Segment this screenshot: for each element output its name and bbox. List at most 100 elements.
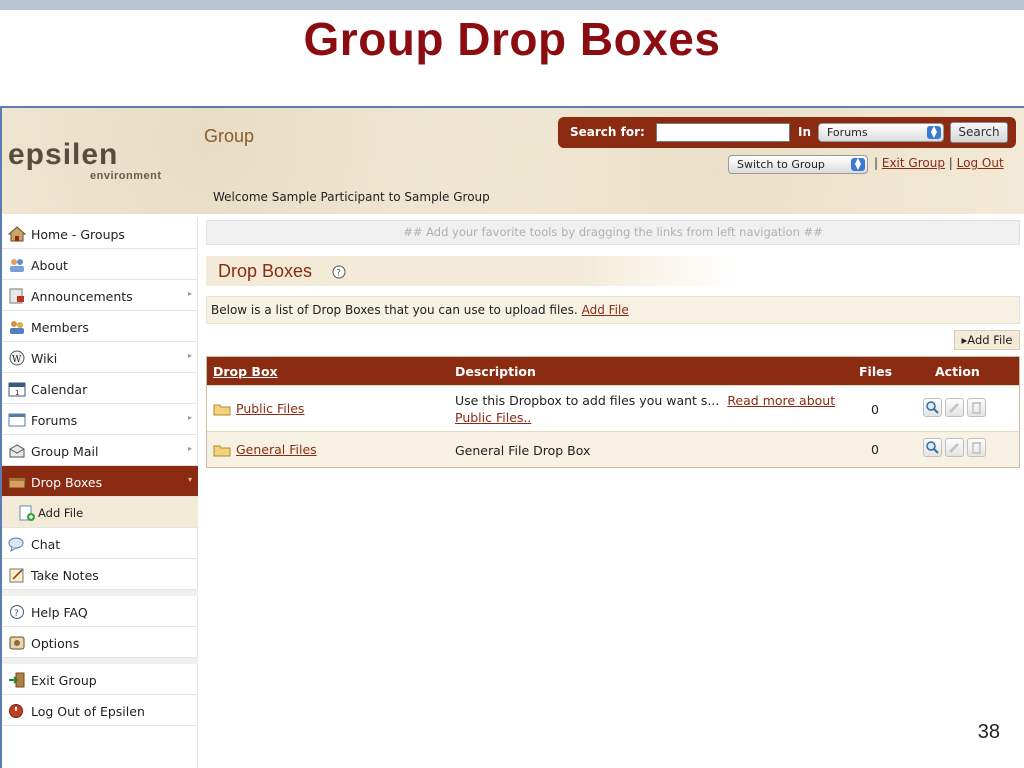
favorites-drop-zone[interactable]: ## Add your favorite tools by dragging t…	[206, 220, 1020, 245]
header-links: | Exit Group | Log Out	[874, 156, 1004, 170]
search-input[interactable]	[656, 123, 790, 142]
sidebar-item-label: Forums	[31, 413, 78, 428]
sidebar-item-label: Members	[31, 320, 89, 335]
chevron-right-icon: ▸	[187, 351, 192, 360]
sidebar-item-exit-group[interactable]: Exit Group	[2, 664, 198, 695]
sidebar-item-label: Home - Groups	[31, 227, 125, 242]
search-bar: Search for: In Forums ▲ ▼ Search	[558, 117, 1016, 148]
section-header: Drop Boxes ?	[206, 256, 736, 286]
sidebar-item-label: Group Mail	[31, 444, 99, 459]
row-actions	[923, 398, 989, 417]
sidebar-item-label: Calendar	[31, 382, 88, 397]
app-header: epsilen environment Group Welcome Sample…	[2, 108, 1024, 214]
file-count: 0	[871, 402, 879, 417]
drop-box-link[interactable]: Public Files	[236, 401, 304, 416]
sidebar-item-label: Chat	[31, 537, 61, 552]
description-text: General File Drop Box	[455, 443, 591, 458]
file-count: 0	[871, 442, 879, 457]
delete-trash-icon[interactable]	[967, 398, 986, 417]
edit-pencil-icon[interactable]	[945, 438, 964, 457]
drop-box-description: Use this Dropbox to add files you want s…	[455, 392, 855, 426]
notes-icon	[9, 568, 24, 583]
column-header-drop-box[interactable]: Drop Box	[213, 364, 278, 379]
search-button[interactable]: Search	[950, 122, 1008, 143]
link-separator: |	[948, 156, 953, 170]
sidebar-item-members[interactable]: Members	[2, 311, 198, 342]
sidebar-item-options[interactable]: Options	[2, 627, 198, 658]
table-row: Public Files Use this Dropbox to add fil…	[207, 385, 1019, 431]
folder-icon	[213, 404, 231, 416]
sidebar-item-label: Add File	[38, 506, 84, 520]
sidebar-item-about[interactable]: About	[2, 249, 198, 280]
table-row: General Files General File Drop Box 0	[207, 431, 1019, 467]
link-separator: |	[874, 156, 879, 170]
svg-text:W: W	[12, 355, 22, 365]
sidebar-item-label: Options	[31, 636, 80, 651]
view-magnifier-icon[interactable]	[923, 398, 942, 417]
folder-icon	[213, 445, 231, 457]
sidebar-item-drop-boxes[interactable]: Drop Boxes ▾	[2, 466, 198, 497]
table-header: Drop Box Description Files Action	[207, 357, 1019, 385]
edit-pencil-icon[interactable]	[945, 398, 964, 417]
intro-message: Below is a list of Drop Boxes that you c…	[211, 303, 578, 317]
add-file-link[interactable]: Add File	[582, 303, 629, 317]
chevron-right-icon: ▸	[187, 413, 192, 422]
logo-wordmark: epsilen	[8, 138, 119, 171]
search-label: Search for:	[570, 125, 645, 139]
sidebar-item-chat[interactable]: Chat	[2, 528, 198, 559]
logo-subtitle: environment	[90, 170, 162, 182]
drop-box-link[interactable]: General Files	[236, 442, 317, 457]
options-icon	[9, 636, 25, 650]
sidebar-item-label: Exit Group	[31, 673, 97, 688]
main-content: ## Add your favorite tools by dragging t…	[206, 218, 1022, 768]
drop-box-name-cell: Public Files	[213, 401, 304, 416]
people-icon	[10, 259, 24, 272]
epsilen-logo: epsilen environment	[8, 138, 161, 182]
add-file-button-label: Add File	[967, 333, 1013, 347]
sidebar-nav: Home - Groups About Announcements ▸ Memb…	[2, 218, 198, 768]
switch-group-select[interactable]: Switch to Group ▲ ▼	[728, 155, 868, 174]
home-icon	[8, 226, 26, 242]
chevron-right-icon: ▸	[187, 444, 192, 453]
header-section-title: Group	[204, 126, 255, 146]
sidebar-item-announcements[interactable]: Announcements ▸	[2, 280, 198, 311]
calendar-icon: 1	[8, 382, 26, 397]
sidebar-item-add-file[interactable]: Add File	[2, 497, 198, 528]
search-scope-value: Forums	[827, 126, 868, 139]
view-magnifier-icon[interactable]	[923, 438, 942, 457]
sidebar-item-take-notes[interactable]: Take Notes	[2, 559, 198, 590]
section-title: Drop Boxes	[218, 261, 313, 281]
row-actions	[923, 438, 989, 457]
sidebar-item-forums[interactable]: Forums ▸	[2, 404, 198, 435]
sidebar-item-label: Wiki	[31, 351, 58, 366]
sidebar-item-label: Take Notes	[31, 568, 99, 583]
forums-icon	[8, 413, 26, 427]
logout-icon	[9, 704, 23, 718]
sidebar-item-label: Log Out of Epsilen	[31, 704, 145, 719]
column-header-files: Files	[859, 364, 893, 379]
help-icon[interactable]: ?	[332, 265, 346, 279]
sidebar-item-help-faq[interactable]: ? Help FAQ	[2, 596, 198, 627]
sidebar-item-group-mail[interactable]: Group Mail ▸	[2, 435, 198, 466]
select-arrows-icon: ▲ ▼	[927, 125, 941, 139]
chevron-right-icon: ▸	[187, 289, 192, 298]
delete-trash-icon[interactable]	[967, 438, 986, 457]
wiki-icon: W	[9, 350, 25, 366]
exit-group-link[interactable]: Exit Group	[882, 156, 945, 170]
chat-icon	[8, 537, 24, 552]
search-scope-select[interactable]: Forums ▲ ▼	[818, 123, 944, 142]
sidebar-item-calendar[interactable]: 1 Calendar	[2, 373, 198, 404]
description-text: Use this Dropbox to add files you want s…	[455, 393, 720, 408]
sidebar-item-log-out[interactable]: Log Out of Epsilen	[2, 695, 198, 726]
dropbox-icon	[8, 477, 26, 489]
add-file-button[interactable]: ▸Add File	[954, 330, 1020, 350]
sidebar-item-label: Help FAQ	[31, 605, 88, 620]
svg-text:?: ?	[336, 269, 341, 279]
svg-text:1: 1	[15, 389, 19, 397]
switch-group-value: Switch to Group	[737, 158, 825, 171]
log-out-link[interactable]: Log Out	[957, 156, 1004, 170]
epsilen-app-screenshot: epsilen environment Group Welcome Sample…	[2, 108, 1024, 768]
mail-icon	[9, 444, 25, 458]
sidebar-item-wiki[interactable]: W Wiki ▸	[2, 342, 198, 373]
sidebar-item-home-groups[interactable]: Home - Groups	[2, 218, 198, 249]
